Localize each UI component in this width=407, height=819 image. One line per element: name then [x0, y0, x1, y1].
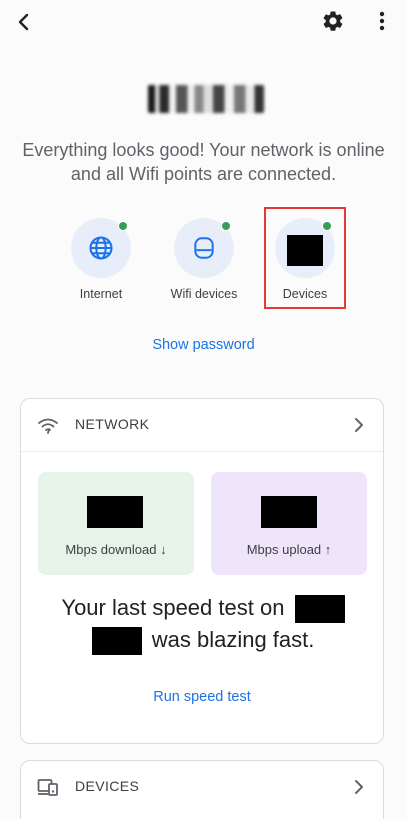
- chevron-right-icon: [355, 418, 363, 432]
- upload-speed-box: Mbps upload ↑: [211, 472, 367, 575]
- network-card-header[interactable]: NETWORK: [21, 399, 383, 451]
- internet-label: Internet: [79, 287, 123, 301]
- network-card-title: NETWORK: [75, 416, 150, 432]
- upload-speed-value-redacted: [261, 496, 317, 528]
- network-name-redacted: [148, 84, 264, 114]
- wifi-devices-status-button[interactable]: Wifi devices: [162, 218, 246, 302]
- internet-status-circle: [71, 218, 131, 278]
- chevron-left-icon: [18, 13, 29, 31]
- download-speed-label: Mbps download ↓: [65, 542, 167, 557]
- wifi-signal-icon: [38, 418, 58, 434]
- network-card: NETWORK Mbps download ↓ Mbps upload ↑ Yo…: [20, 398, 384, 744]
- globe-icon: [89, 236, 113, 260]
- upload-speed-label: Mbps upload ↑: [246, 542, 332, 557]
- more-options-button[interactable]: [370, 8, 394, 34]
- devices-card-title: DEVICES: [75, 778, 140, 794]
- chevron-right-icon: [355, 780, 363, 794]
- wifi-devices-label: Wifi devices: [170, 287, 238, 301]
- wifi-devices-status-circle: [174, 218, 234, 278]
- run-speed-test-link[interactable]: Run speed test: [21, 689, 383, 705]
- top-app-bar: [0, 0, 407, 44]
- speed-test-summary: Your last speed test on was blazing fast…: [35, 592, 371, 656]
- network-name-blur: [148, 85, 264, 113]
- router-icon: [194, 237, 214, 259]
- internet-status-button[interactable]: Internet: [59, 218, 143, 302]
- gear-icon: [323, 11, 343, 31]
- network-card-divider: [21, 451, 383, 452]
- devices-icon: [37, 779, 58, 796]
- speed-test-date-redacted-1: [294, 595, 345, 624]
- devices-card-header[interactable]: DEVICES: [21, 761, 383, 813]
- download-speed-box: Mbps download ↓: [38, 472, 194, 575]
- network-status-message: Everything looks good! Your network is o…: [22, 140, 385, 184]
- internet-status-dot: [118, 221, 128, 231]
- devices-highlight-box: [264, 207, 346, 309]
- speed-summary-suffix: was blazing fast.: [151, 627, 315, 652]
- download-speed-value-redacted: [87, 496, 143, 528]
- show-password-link[interactable]: Show password: [0, 337, 407, 353]
- settings-button[interactable]: [320, 8, 346, 34]
- speed-test-date-redacted-2: [91, 627, 142, 656]
- back-button[interactable]: [12, 10, 36, 34]
- devices-card: DEVICES: [20, 760, 384, 819]
- speed-summary-prefix: Your last speed test on: [61, 595, 285, 620]
- more-vertical-icon: [379, 11, 385, 31]
- wifi-devices-status-dot: [221, 221, 231, 231]
